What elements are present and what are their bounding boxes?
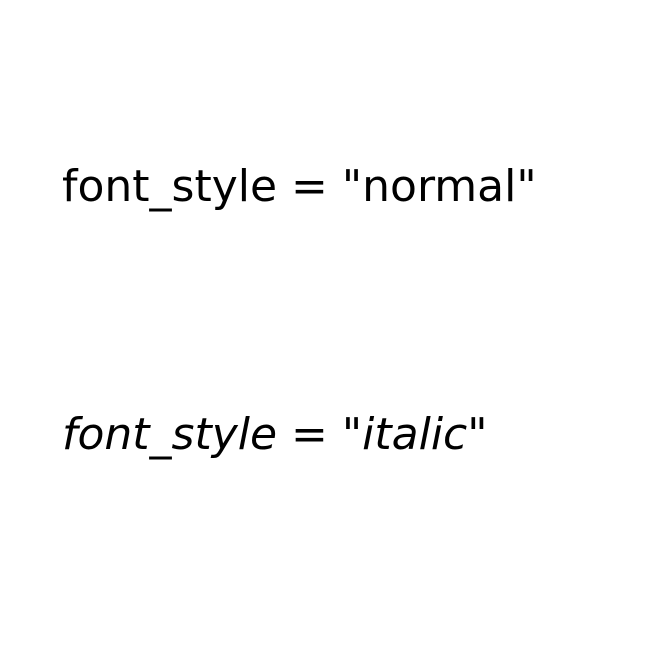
font-style-normal-line: font_style = "normal" — [62, 165, 537, 209]
close-quote: " — [467, 409, 488, 460]
open-quote: " — [341, 161, 363, 212]
property-value: italic — [362, 409, 468, 460]
open-quote: " — [341, 409, 363, 460]
canvas: font_style = "normal" font_style = "ital… — [0, 0, 650, 650]
property-name: font_style — [62, 161, 278, 212]
font-style-italic-line: font_style = "italic" — [62, 413, 488, 457]
property-value: normal — [362, 161, 517, 212]
equals-sign: = — [277, 409, 342, 460]
equals-sign: = — [277, 161, 342, 212]
close-quote: " — [516, 161, 537, 212]
property-name: font_style — [62, 409, 278, 460]
